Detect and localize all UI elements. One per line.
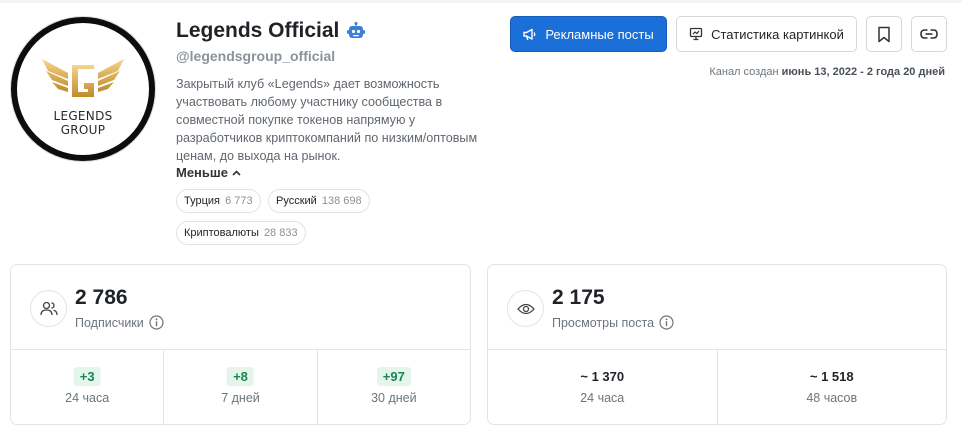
channel-description: Закрытый клуб «Legends» дает возможность…: [176, 77, 478, 163]
growth-period: 30 дней: [371, 391, 417, 405]
growth-delta: +8: [227, 367, 254, 386]
views-cell: ~ 1 370 24 часа: [488, 350, 718, 424]
subscribers-label-row: Подписчики: [75, 315, 164, 330]
channel-page: LEGENDS GROUP Legends Official @legendsg…: [0, 0, 962, 428]
post-views-label: Просмотры поста: [552, 315, 655, 330]
tag-country-name: Турция: [184, 195, 220, 207]
tag-language-name: Русский: [276, 195, 317, 207]
ad-posts-button[interactable]: Рекламные посты: [510, 16, 667, 52]
post-views-card-header: 2 175 Просмотры поста: [488, 265, 946, 350]
copy-link-button[interactable]: [911, 16, 947, 52]
show-less-toggle[interactable]: Меньше: [176, 165, 241, 180]
tag-category-count: 28 833: [263, 227, 298, 239]
ad-posts-label: Рекламные посты: [545, 26, 654, 42]
avatar-text-line1: LEGENDS: [53, 109, 113, 123]
channel-created-date: Канал создан июнь 13, 2022 - 2 года 20 д…: [709, 66, 945, 78]
growth-cell: +97 30 дней: [318, 350, 470, 424]
views-period: 48 часов: [806, 391, 858, 405]
channel-handle: @legendsgroup_official: [176, 48, 336, 64]
post-views-label-row: Просмотры поста: [552, 315, 674, 330]
views-icon-badge: [507, 290, 544, 327]
subscribers-card: 2 786 Подписчики +3 24 часа +8 7 дней +9…: [10, 264, 471, 425]
tag-category-name: Криптовалюты: [184, 227, 259, 239]
growth-delta: +97: [376, 367, 411, 386]
users-icon: [39, 301, 58, 315]
show-less-label: Меньше: [176, 165, 228, 180]
post-views-count: 2 175: [552, 286, 605, 309]
bookmark-button[interactable]: [866, 16, 902, 52]
views-cell: ~ 1 518 48 часов: [718, 350, 947, 424]
image-stats-button[interactable]: Статистика картинкой: [676, 16, 857, 52]
presentation-chart-icon: [689, 27, 703, 41]
title-row: Legends Official: [176, 19, 366, 43]
top-divider: [0, 0, 962, 3]
tag-language[interactable]: Русский 138 698: [268, 189, 370, 213]
tag-country-count: 6 773: [225, 195, 253, 207]
subscribers-label: Подписчики: [75, 315, 144, 330]
growth-delta: +3: [73, 367, 101, 386]
created-prefix: Канал создан: [709, 66, 779, 78]
eye-icon: [516, 303, 535, 314]
robot-icon: [347, 22, 366, 38]
channel-avatar: LEGENDS GROUP: [11, 17, 155, 161]
info-icon[interactable]: [659, 315, 674, 330]
avatar-text-line2: GROUP: [60, 123, 106, 137]
growth-cell: +3 24 часа: [11, 350, 165, 424]
subscribers-count: 2 786: [75, 286, 128, 309]
info-icon[interactable]: [149, 315, 164, 330]
tag-category[interactable]: Криптовалюты 28 833: [176, 221, 306, 245]
post-views-card: 2 175 Просмотры поста ~ 1 370 24 часа ~ …: [487, 264, 947, 425]
subscribers-growth-row: +3 24 часа +8 7 дней +97 30 дней: [11, 350, 470, 424]
link-icon: [920, 29, 938, 39]
post-views-stats-row: ~ 1 370 24 часа ~ 1 518 48 часов: [488, 350, 946, 424]
tag-language-count: 138 698: [321, 195, 362, 207]
growth-period: 24 часа: [65, 391, 110, 405]
tag-country[interactable]: Турция 6 773: [176, 189, 261, 213]
megaphone-icon: [523, 28, 536, 40]
legends-logo-icon: [42, 59, 124, 97]
bookmark-icon: [878, 26, 890, 42]
views-value: ~ 1 518: [809, 369, 854, 384]
growth-period: 7 дней: [221, 391, 260, 405]
created-value: июнь 13, 2022 - 2 года 20 дней: [781, 66, 945, 78]
chevron-up-icon: [232, 169, 241, 176]
subscribers-icon-badge: [30, 290, 67, 327]
channel-title: Legends Official: [176, 19, 340, 42]
image-stats-label: Статистика картинкой: [711, 26, 844, 42]
views-value: ~ 1 370: [580, 369, 625, 384]
growth-cell: +8 7 дней: [164, 350, 318, 424]
views-period: 24 часа: [580, 391, 625, 405]
subscribers-card-header: 2 786 Подписчики: [11, 265, 470, 350]
